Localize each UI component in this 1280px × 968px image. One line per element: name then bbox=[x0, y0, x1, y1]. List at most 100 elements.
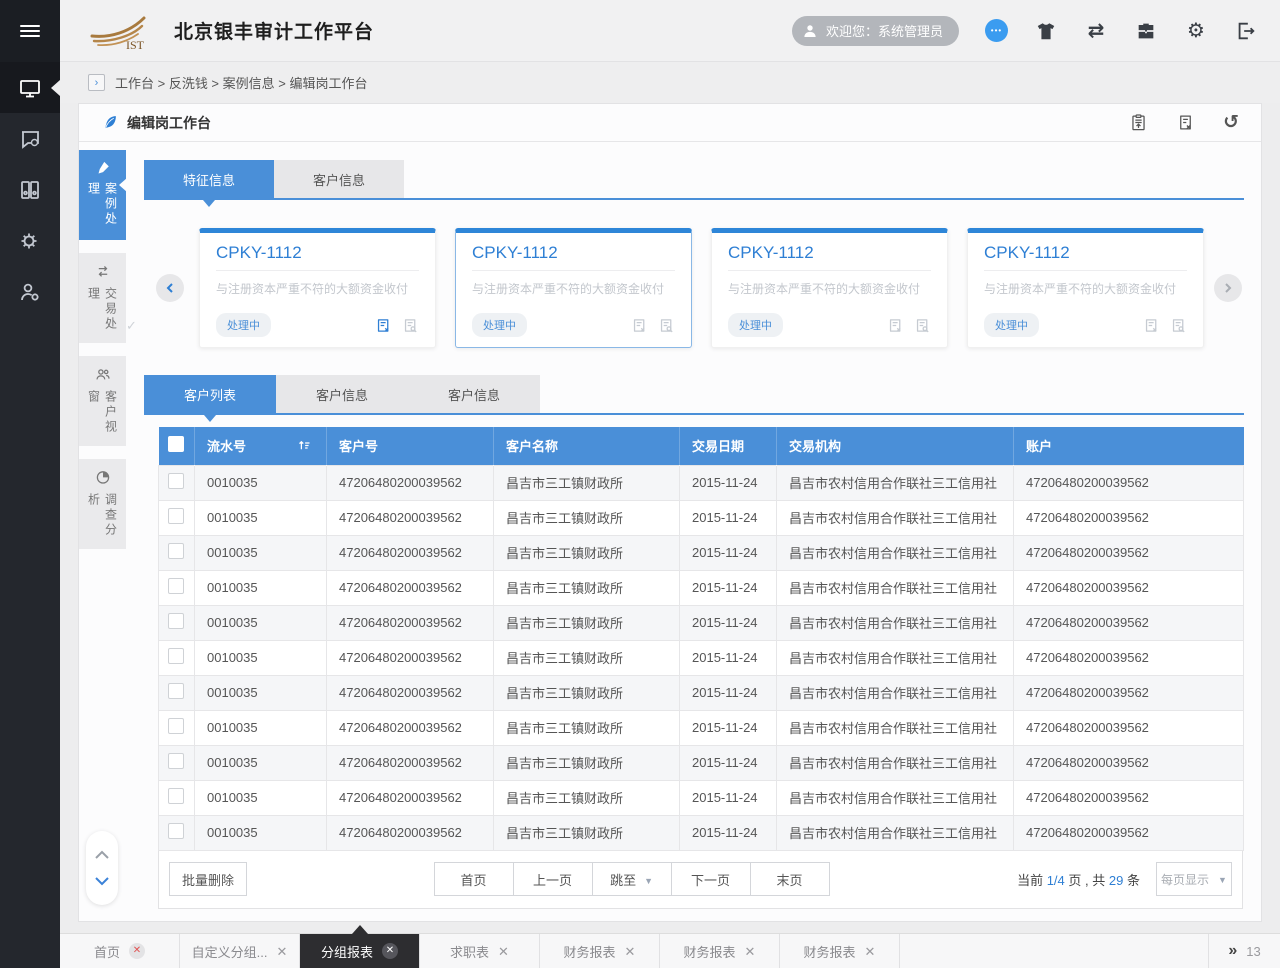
scroll-up-icon[interactable] bbox=[94, 850, 110, 860]
cards-prev-button[interactable] bbox=[156, 274, 184, 302]
case-code[interactable]: CPKY-1112 bbox=[728, 243, 931, 271]
row-checkbox[interactable] bbox=[168, 613, 184, 629]
table-row[interactable]: 0010035 47206480200039562 昌吉市三工镇财政所 2015… bbox=[159, 640, 1244, 675]
table-row[interactable]: 0010035 47206480200039562 昌吉市三工镇财政所 2015… bbox=[159, 605, 1244, 640]
first-page-button[interactable]: 首页 bbox=[434, 862, 514, 896]
row-checkbox[interactable] bbox=[168, 473, 184, 489]
close-icon[interactable]: ✕ bbox=[382, 943, 398, 959]
last-page-button[interactable]: 末页 bbox=[750, 862, 830, 896]
search-doc-icon[interactable] bbox=[658, 317, 675, 334]
bottom-tab-label: 财务报表 bbox=[804, 942, 856, 961]
close-icon[interactable]: ✕ bbox=[129, 943, 145, 959]
menu-icon[interactable] bbox=[0, 0, 60, 62]
remove-doc-icon[interactable] bbox=[375, 317, 392, 334]
case-card[interactable]: CPKY-1112 与注册资本严重不符的大额资金收付 处理中 bbox=[711, 228, 948, 348]
row-checkbox[interactable] bbox=[168, 718, 184, 734]
vtab-case-processing[interactable]: 案例处理 bbox=[79, 150, 126, 240]
scroll-down-icon[interactable] bbox=[94, 876, 110, 886]
cell-serial-no: 0010035 bbox=[195, 605, 327, 640]
sidebar-item-services[interactable] bbox=[0, 215, 60, 266]
close-icon[interactable]: ✕ bbox=[276, 945, 287, 958]
row-checkbox[interactable] bbox=[168, 578, 184, 594]
row-checkbox[interactable] bbox=[168, 648, 184, 664]
logout-icon[interactable] bbox=[1234, 19, 1258, 43]
case-card[interactable]: CPKY-1112 与注册资本严重不符的大额资金收付 处理中 bbox=[199, 228, 436, 348]
tab-feature-info[interactable]: 特征信息 bbox=[144, 160, 274, 198]
bottom-tab[interactable]: 财务报表 ✕ bbox=[660, 934, 780, 968]
close-icon[interactable]: ✕ bbox=[498, 945, 509, 958]
close-icon[interactable]: ✕ bbox=[745, 945, 756, 958]
bottom-tab[interactable]: 首页 ✕ bbox=[60, 934, 180, 968]
vtab-transaction-processing[interactable]: 交易处理 bbox=[79, 253, 126, 343]
case-card[interactable]: CPKY-1112 与注册资本严重不符的大额资金收付 处理中 bbox=[455, 228, 692, 348]
briefcase-icon[interactable] bbox=[1134, 19, 1158, 43]
search-doc-icon[interactable] bbox=[402, 317, 419, 334]
search-doc-icon[interactable] bbox=[1170, 317, 1187, 334]
remove-doc-icon[interactable] bbox=[887, 317, 904, 334]
tab-customer-list[interactable]: 客户列表 bbox=[144, 375, 276, 413]
cards-next-button[interactable] bbox=[1214, 274, 1242, 302]
row-checkbox[interactable] bbox=[168, 683, 184, 699]
sort-icon[interactable] bbox=[297, 438, 312, 453]
undo-icon[interactable] bbox=[1223, 111, 1239, 134]
table-row[interactable]: 0010035 47206480200039562 昌吉市三工镇财政所 2015… bbox=[159, 500, 1244, 535]
tab-customer-info-2[interactable]: 客户信息 bbox=[408, 375, 540, 413]
case-code[interactable]: CPKY-1112 bbox=[984, 243, 1187, 271]
table-row[interactable]: 0010035 47206480200039562 昌吉市三工镇财政所 2015… bbox=[159, 780, 1244, 815]
row-checkbox[interactable] bbox=[168, 788, 184, 804]
select-all-checkbox[interactable] bbox=[168, 436, 184, 452]
table-row[interactable]: 0010035 47206480200039562 昌吉市三工镇财政所 2015… bbox=[159, 815, 1244, 850]
page-size-select[interactable]: 每页显示 bbox=[1156, 862, 1232, 896]
row-checkbox[interactable] bbox=[168, 753, 184, 769]
bottom-tab[interactable]: 自定义分组... ✕ bbox=[180, 934, 300, 968]
case-code[interactable]: CPKY-1112 bbox=[216, 243, 419, 271]
tab-customer-info-1[interactable]: 客户信息 bbox=[276, 375, 408, 413]
row-checkbox[interactable] bbox=[168, 823, 184, 839]
feature-tabs: 特征信息 客户信息 bbox=[144, 160, 1244, 200]
remove-doc-icon[interactable] bbox=[631, 317, 648, 334]
row-checkbox[interactable] bbox=[168, 543, 184, 559]
bottom-tab[interactable]: 财务报表 ✕ bbox=[780, 934, 900, 968]
sidebar-item-user-management[interactable] bbox=[0, 266, 60, 317]
table-row[interactable]: 0010035 47206480200039562 昌吉市三工镇财政所 2015… bbox=[159, 465, 1244, 500]
breadcrumb-toggle-icon[interactable]: › bbox=[88, 74, 105, 91]
vtab-investigation-analysis[interactable]: 调查分析 bbox=[79, 459, 126, 549]
message-icon[interactable] bbox=[985, 19, 1008, 42]
case-card[interactable]: CPKY-1112 与注册资本严重不符的大额资金收付 处理中 bbox=[967, 228, 1204, 348]
bottom-tab[interactable]: 求职表 ✕ bbox=[420, 934, 540, 968]
table-row[interactable]: 0010035 47206480200039562 昌吉市三工镇财政所 2015… bbox=[159, 535, 1244, 570]
table-row[interactable]: 0010035 47206480200039562 昌吉市三工镇财政所 2015… bbox=[159, 570, 1244, 605]
close-icon[interactable]: ✕ bbox=[865, 945, 876, 958]
settings-icon[interactable] bbox=[1184, 19, 1208, 43]
sidebar-item-messages[interactable] bbox=[0, 113, 60, 164]
table-row[interactable]: 0010035 47206480200039562 昌吉市三工镇财政所 2015… bbox=[159, 745, 1244, 780]
remove-report-icon[interactable] bbox=[1176, 113, 1195, 132]
bottom-tab-label: 分组报表 bbox=[321, 942, 373, 961]
cell-customer-name: 昌吉市三工镇财政所 bbox=[494, 605, 680, 640]
remove-doc-icon[interactable] bbox=[1143, 317, 1160, 334]
switch-icon[interactable] bbox=[1084, 19, 1108, 43]
more-tabs-icon[interactable] bbox=[1228, 942, 1237, 960]
vtab-customer-view[interactable]: 客户视窗 bbox=[79, 356, 126, 446]
next-page-button[interactable]: 下一页 bbox=[671, 862, 751, 896]
clipboard-import-icon[interactable] bbox=[1129, 113, 1148, 132]
tab-customer-info[interactable]: 客户信息 bbox=[274, 160, 404, 198]
search-doc-icon[interactable] bbox=[914, 317, 931, 334]
case-code[interactable]: CPKY-1112 bbox=[472, 243, 675, 271]
status-badge: 处理中 bbox=[728, 313, 783, 337]
sidebar-item-workbench[interactable] bbox=[0, 62, 60, 113]
user-welcome-pill[interactable]: 欢迎您：系统管理员 bbox=[792, 16, 959, 46]
case-description: 与注册资本严重不符的大额资金收付 bbox=[472, 280, 675, 297]
jump-page-button[interactable]: 跳至 bbox=[592, 862, 672, 896]
bottom-tab[interactable]: 分组报表 ✕ bbox=[300, 934, 420, 968]
bottom-tab[interactable]: 财务报表 ✕ bbox=[540, 934, 660, 968]
tshirt-theme-icon[interactable] bbox=[1034, 19, 1058, 43]
prev-page-button[interactable]: 上一页 bbox=[513, 862, 593, 896]
row-checkbox[interactable] bbox=[168, 508, 184, 524]
sidebar-item-archives[interactable] bbox=[0, 164, 60, 215]
status-badge: 处理中 bbox=[472, 313, 527, 337]
table-row[interactable]: 0010035 47206480200039562 昌吉市三工镇财政所 2015… bbox=[159, 710, 1244, 745]
batch-delete-button[interactable]: 批量删除 bbox=[169, 862, 247, 896]
close-icon[interactable]: ✕ bbox=[625, 945, 636, 958]
table-row[interactable]: 0010035 47206480200039562 昌吉市三工镇财政所 2015… bbox=[159, 675, 1244, 710]
